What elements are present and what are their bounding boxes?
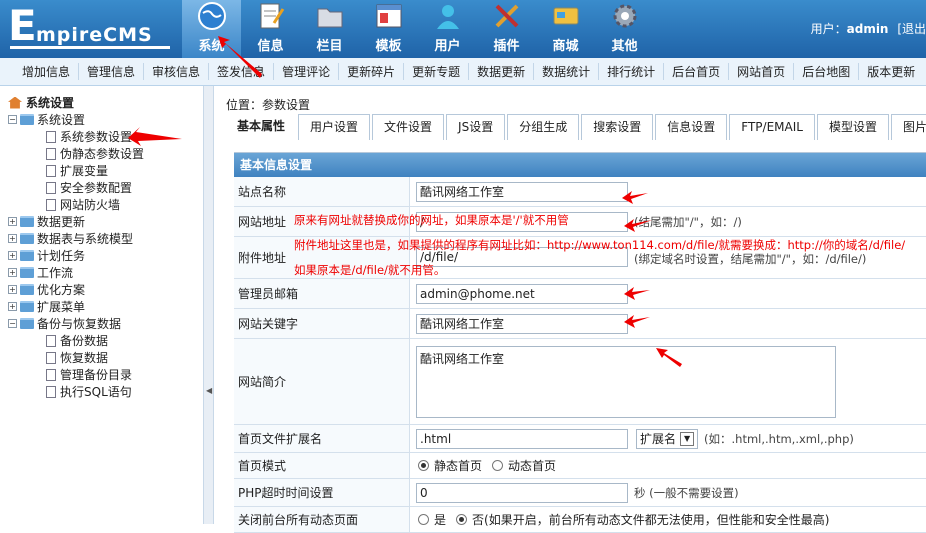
annotation-arrows: [128, 36, 682, 367]
